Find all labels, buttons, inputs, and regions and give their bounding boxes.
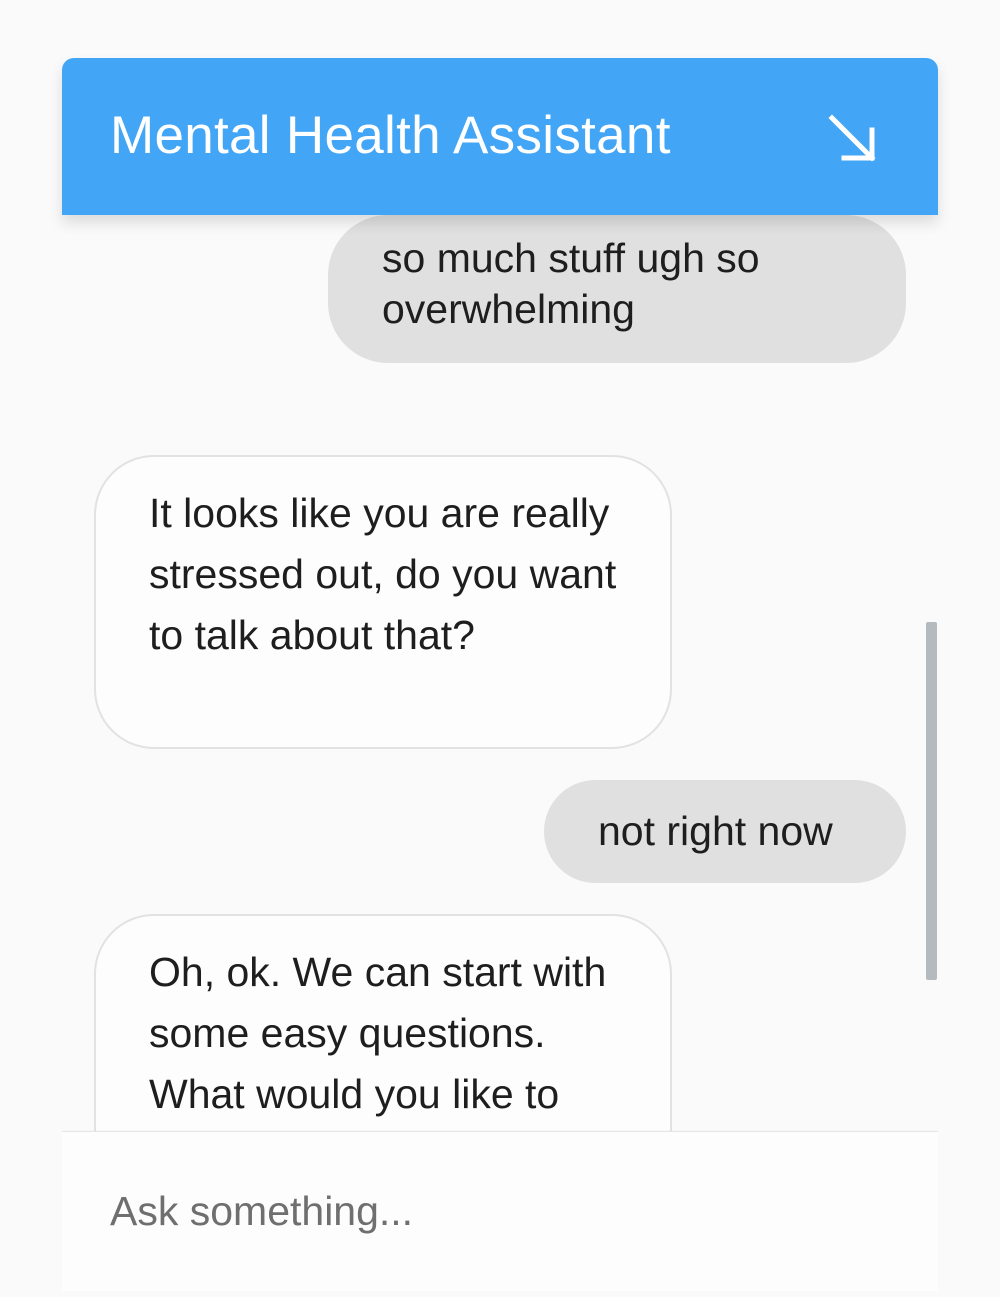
message-input[interactable]	[62, 1132, 938, 1291]
message-list[interactable]: so much stuff ugh so overwhelming It loo…	[62, 215, 938, 1131]
chat-widget: Mental Health Assistant so much stuff ug…	[62, 58, 938, 1291]
user-message: not right now	[544, 780, 906, 883]
user-message: so much stuff ugh so overwhelming	[328, 215, 906, 363]
bot-message: It looks like you are really stressed ou…	[94, 455, 672, 749]
chat-title: Mental Health Assistant	[110, 106, 671, 165]
minimize-button[interactable]	[822, 108, 886, 172]
scrollbar-thumb[interactable]	[926, 622, 937, 980]
chat-header: Mental Health Assistant	[62, 58, 938, 215]
arrow-down-right-icon	[828, 114, 876, 162]
bot-message: Oh, ok. We can start with some easy ques…	[94, 914, 672, 1131]
message-input-bar	[62, 1131, 938, 1291]
